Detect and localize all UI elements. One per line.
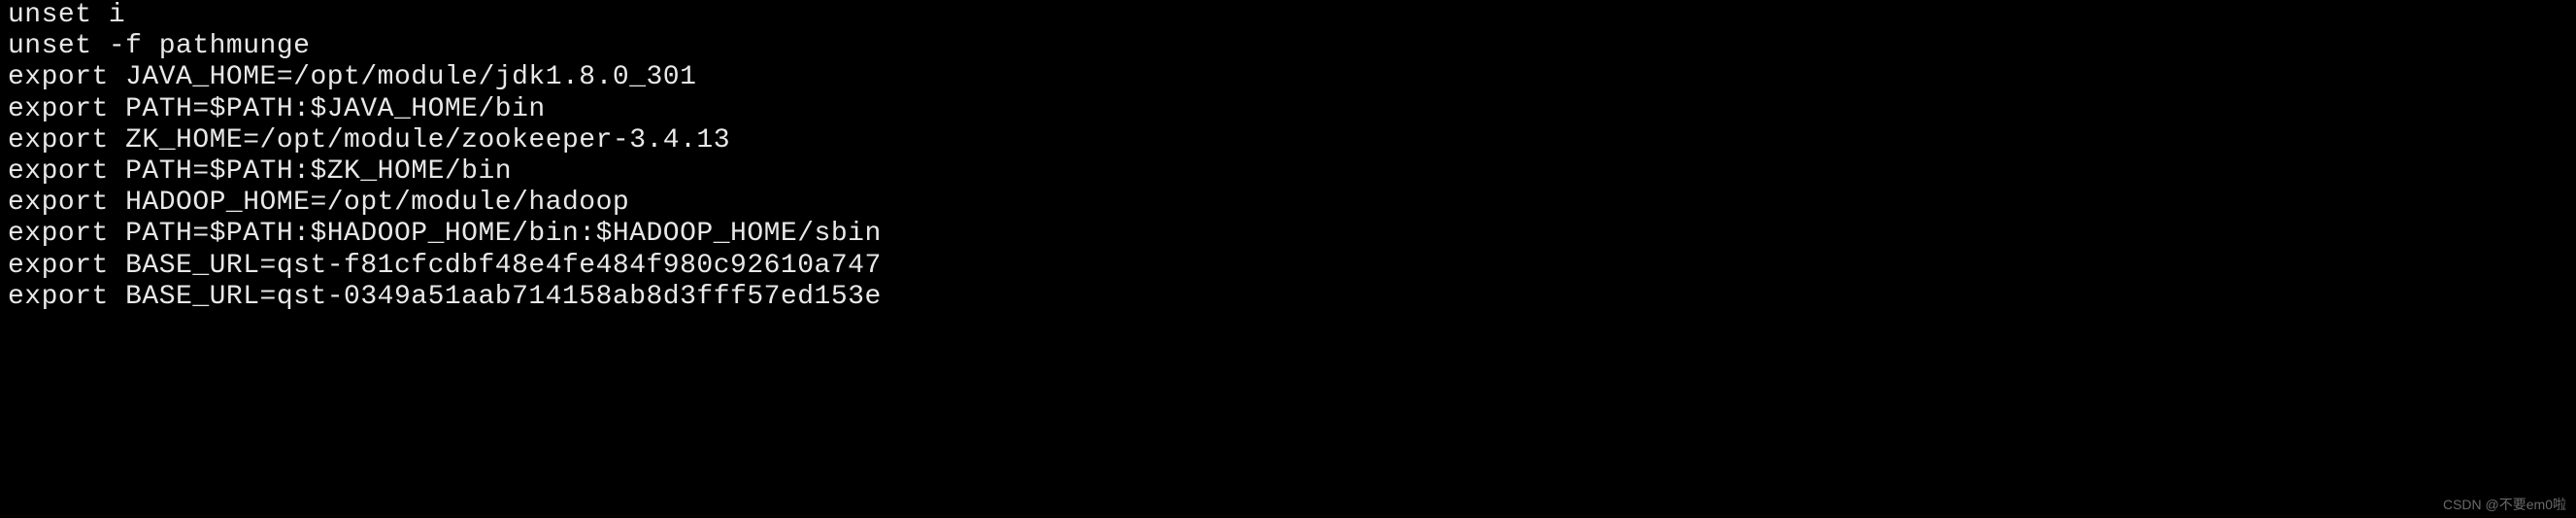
- terminal-line: unset i: [8, 0, 2568, 31]
- terminal-line: export ZK_HOME=/opt/module/zookeeper-3.4…: [8, 125, 2568, 156]
- terminal-line: export JAVA_HOME=/opt/module/jdk1.8.0_30…: [8, 62, 2568, 93]
- terminal-line: export PATH=$PATH:$ZK_HOME/bin: [8, 156, 2568, 188]
- terminal-line: export PATH=$PATH:$JAVA_HOME/bin: [8, 94, 2568, 125]
- terminal-line: export HADOOP_HOME=/opt/module/hadoop: [8, 188, 2568, 219]
- terminal-line: unset -f pathmunge: [8, 31, 2568, 62]
- terminal-line: export BASE_URL=qst-f81cfcdbf48e4fe484f9…: [8, 251, 2568, 282]
- terminal-line: export PATH=$PATH:$HADOOP_HOME/bin:$HADO…: [8, 219, 2568, 250]
- terminal-output: unset i unset -f pathmunge export JAVA_H…: [8, 0, 2568, 313]
- terminal-line: export BASE_URL=qst-0349a51aab714158ab8d…: [8, 282, 2568, 313]
- watermark-text: CSDN @不要em0啦: [2443, 497, 2566, 512]
